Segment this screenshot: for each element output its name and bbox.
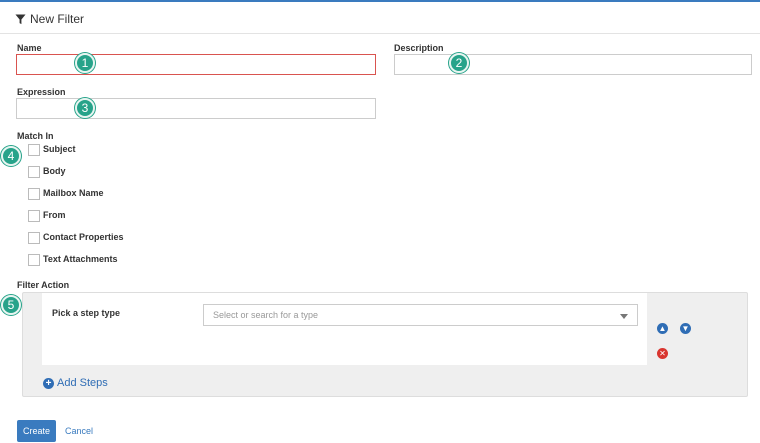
text-attachments-checkbox[interactable] xyxy=(28,254,40,266)
description-input[interactable] xyxy=(394,54,752,75)
mailbox-name-checkbox[interactable] xyxy=(28,188,40,200)
body-checkbox[interactable] xyxy=(28,166,40,178)
filter-icon xyxy=(15,14,26,25)
cancel-link[interactable]: Cancel xyxy=(65,426,93,436)
mailbox-name-label: Mailbox Name xyxy=(43,188,104,198)
name-label: Name xyxy=(17,43,42,53)
contact-properties-checkbox[interactable] xyxy=(28,232,40,244)
name-input[interactable] xyxy=(16,54,376,75)
step-type-select[interactable]: Select or search for a type xyxy=(203,304,638,326)
match-in-label: Match In xyxy=(17,131,54,141)
from-label: From xyxy=(43,210,66,220)
move-up-icon[interactable]: ▲ xyxy=(657,323,668,334)
create-button[interactable]: Create xyxy=(17,420,56,442)
filter-action-box: Pick a step type Select or search for a … xyxy=(22,292,748,397)
from-checkbox[interactable] xyxy=(28,210,40,222)
contact-properties-label: Contact Properties xyxy=(43,232,124,242)
add-steps-label: Add Steps xyxy=(57,377,108,389)
description-label: Description xyxy=(394,43,444,53)
panel-header: New Filter xyxy=(0,4,760,34)
filter-action-label: Filter Action xyxy=(17,280,70,290)
callout-badge-2: 2 xyxy=(449,53,469,73)
text-attachments-label: Text Attachments xyxy=(43,254,118,264)
expression-input[interactable] xyxy=(16,98,376,119)
subject-checkbox[interactable] xyxy=(28,144,40,156)
step-type-label: Pick a step type xyxy=(52,308,121,318)
callout-badge-1: 1 xyxy=(75,53,95,73)
callout-badge-3: 3 xyxy=(75,98,95,118)
remove-step-icon[interactable]: ✕ xyxy=(657,348,668,359)
body-label: Body xyxy=(43,166,66,176)
plus-circle-icon: + xyxy=(43,378,54,389)
subject-label: Subject xyxy=(43,144,76,154)
expression-label: Expression xyxy=(17,87,66,97)
page-title: New Filter xyxy=(30,12,85,26)
step-type-placeholder: Select or search for a type xyxy=(213,310,319,320)
callout-badge-5: 5 xyxy=(1,295,21,315)
step-card: Pick a step type Select or search for a … xyxy=(42,293,647,365)
caret-down-icon xyxy=(620,314,628,319)
callout-badge-4: 4 xyxy=(1,146,21,166)
new-filter-panel: New Filter Name 1 Description 2 Expressi… xyxy=(0,0,760,443)
move-down-icon[interactable]: ▼ xyxy=(680,323,691,334)
